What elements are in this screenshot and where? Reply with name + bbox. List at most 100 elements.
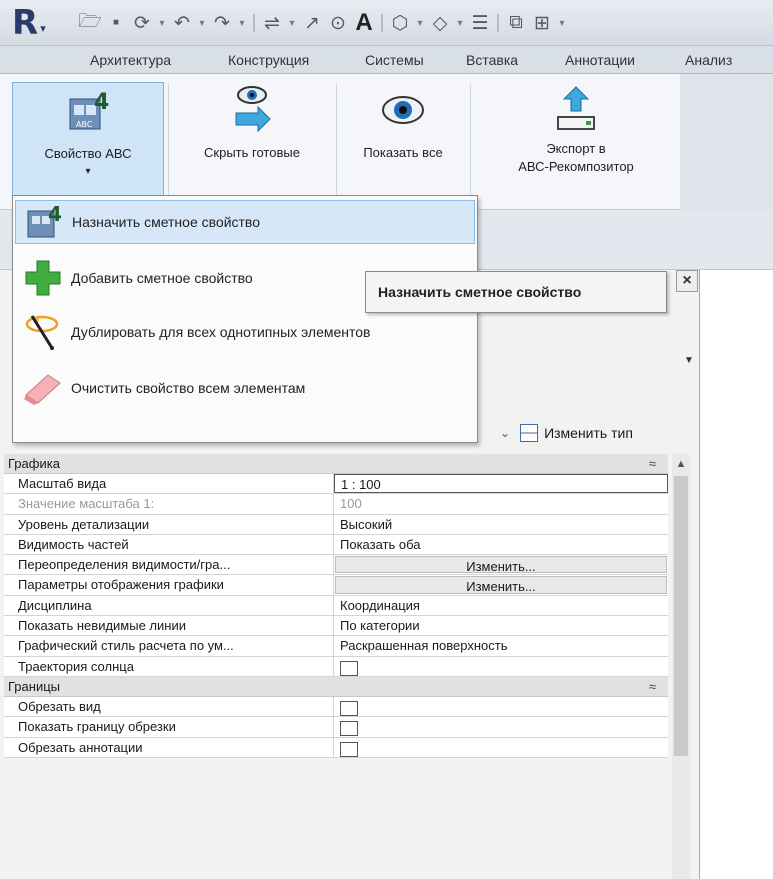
- tab-structure[interactable]: Конструкция: [228, 52, 309, 68]
- chevron-down-icon: ▾: [85, 166, 91, 177]
- chevron-down-icon[interactable]: ▾: [286, 10, 298, 36]
- property-row: Траектория солнца: [4, 656, 668, 677]
- tab-analyze[interactable]: Анализ: [685, 52, 732, 68]
- section-icon[interactable]: ◇: [428, 10, 452, 36]
- svg-text:4: 4: [48, 203, 62, 226]
- property-key: Параметры отображения графики: [4, 575, 334, 595]
- chevron-down-icon[interactable]: ▼: [684, 355, 694, 366]
- property-grid: Графика ≈ Масштаб вида 1 : 100 Значение …: [4, 454, 668, 758]
- menu-item-clear-property[interactable]: Очистить свойство всем элементам: [15, 366, 475, 410]
- text-tool-icon[interactable]: A: [352, 9, 376, 36]
- property-key: Переопределения видимости/гра...: [4, 555, 334, 575]
- abc-property-button[interactable]: 4 ABC Свойство АВС ▾: [12, 82, 164, 200]
- view-scale-field[interactable]: 1 : 100: [334, 474, 668, 494]
- property-key: Графический стиль расчета по ум...: [4, 636, 334, 656]
- ribbon-panel: 4 ABC Свойство АВС ▾ Скрыть готовые Пока…: [0, 74, 773, 210]
- show-all-label: Показать все: [363, 145, 443, 160]
- edit-overrides-button[interactable]: Изменить...: [335, 556, 667, 574]
- tab-architecture[interactable]: Архитектура: [90, 52, 171, 68]
- collapse-icon[interactable]: ≈: [649, 677, 656, 697]
- property-key: Дисциплина: [4, 595, 334, 616]
- type-selector-bar: ⌄ Изменить тип: [480, 418, 695, 448]
- tag-icon[interactable]: ⊙: [326, 10, 350, 36]
- annotation-crop-checkbox[interactable]: [340, 741, 358, 757]
- abc-property-icon: 4 ABC: [64, 83, 112, 139]
- chevron-down-icon[interactable]: ⌄: [500, 426, 510, 440]
- chevron-down-icon[interactable]: ▾: [454, 10, 466, 36]
- abc-property-dropdown-menu: 4 Назначить сметное свойство Добавить см…: [12, 195, 478, 443]
- edit-type-button[interactable]: Изменить тип: [520, 424, 633, 442]
- property-row: Обрезать аннотации: [4, 737, 668, 758]
- chevron-down-icon[interactable]: ▾: [156, 10, 168, 36]
- property-key: Видимость частей: [4, 534, 334, 555]
- dimension-icon[interactable]: ↗: [300, 10, 324, 36]
- switch-windows-icon[interactable]: ⊞: [530, 10, 554, 36]
- export-icon: [552, 82, 600, 138]
- property-row: Показать границу обрезки: [4, 717, 668, 738]
- save-icon[interactable]: ▪: [104, 10, 128, 36]
- close-icon[interactable]: ×: [676, 270, 698, 292]
- chevron-down-icon[interactable]: ▾: [414, 10, 426, 36]
- property-value[interactable]: Координация: [334, 596, 668, 615]
- sync-icon[interactable]: ⟳: [130, 10, 154, 36]
- property-key: Масштаб вида: [4, 474, 334, 494]
- property-value: [334, 657, 668, 676]
- show-all-button[interactable]: Показать все: [340, 82, 466, 200]
- property-key: Обрезать вид: [4, 696, 334, 717]
- tab-systems[interactable]: Системы: [365, 52, 424, 68]
- ribbon-tab-bar: Архитектура Конструкция Системы Вставка …: [0, 46, 773, 74]
- property-value[interactable]: Высокий: [334, 515, 668, 534]
- measure-icon[interactable]: ⇌: [260, 10, 284, 36]
- tab-insert[interactable]: Вставка: [466, 52, 518, 68]
- property-key: Траектория солнца: [4, 656, 334, 676]
- chevron-down-icon[interactable]: ▾: [236, 10, 248, 36]
- property-row: Видимость частей Показать оба: [4, 534, 668, 556]
- property-key: Показать невидимые линии: [4, 616, 334, 636]
- edit-type-icon: [520, 424, 539, 442]
- property-row: Показать невидимые линии По категории: [4, 616, 668, 637]
- 3d-view-icon[interactable]: ⬡: [388, 10, 412, 36]
- duplicate-icon: [21, 312, 65, 352]
- property-row: Графический стиль расчета по ум... Раскр…: [4, 636, 668, 657]
- chevron-down-icon[interactable]: ▾: [196, 10, 208, 36]
- collapse-icon[interactable]: ≈: [649, 454, 656, 474]
- crop-region-visible-checkbox[interactable]: [340, 721, 358, 737]
- menu-item-label: Назначить сметное свойство: [72, 214, 260, 230]
- menu-item-label: Дублировать для всех однотипных элементо…: [71, 324, 371, 340]
- application-menu-button[interactable]: R ▾: [12, 4, 62, 42]
- chevron-down-icon[interactable]: ▾: [556, 10, 568, 36]
- close-views-icon[interactable]: ⧉: [504, 10, 528, 36]
- property-row: Дисциплина Координация: [4, 595, 668, 617]
- redo-icon[interactable]: ↷: [210, 10, 234, 36]
- vertical-scrollbar[interactable]: ▲: [672, 454, 690, 879]
- sun-path-checkbox[interactable]: [340, 660, 358, 676]
- thin-lines-icon[interactable]: ☰: [468, 10, 492, 36]
- edit-graphics-button[interactable]: Изменить...: [335, 576, 667, 594]
- abc-property-label: Свойство АВС: [44, 146, 132, 161]
- group-header-graphics[interactable]: Графика ≈: [4, 454, 668, 474]
- property-value[interactable]: Показать оба: [334, 535, 668, 554]
- property-key: Обрезать аннотации: [4, 737, 334, 757]
- property-value[interactable]: Раскрашенная поверхность: [334, 636, 668, 655]
- crop-view-checkbox[interactable]: [340, 701, 358, 717]
- menu-item-assign-property[interactable]: 4 Назначить сметное свойство: [15, 200, 475, 244]
- property-value[interactable]: По категории: [334, 616, 668, 635]
- export-label-line1: Экспорт в: [546, 141, 606, 156]
- tab-annotate[interactable]: Аннотации: [565, 52, 635, 68]
- property-row: Масштаб вида 1 : 100: [4, 474, 668, 495]
- group-header-extents[interactable]: Границы ≈: [4, 676, 668, 697]
- property-value: [334, 738, 668, 757]
- property-row: Обрезать вид: [4, 696, 668, 718]
- property-value: [334, 697, 668, 717]
- quick-access-toolbar: R ▾ 🗁 ▪ ⟳ ▾ ↶ ▾ ↷ ▾ | ⇌ ▾ ↗ ⊙ A | ⬡ ▾ ◇ …: [0, 0, 773, 46]
- export-button[interactable]: Экспорт в АВС-Рекомпозитор: [478, 82, 674, 200]
- plus-icon: [21, 258, 65, 298]
- scroll-up-icon[interactable]: ▲: [672, 454, 690, 474]
- scrollbar-thumb[interactable]: [674, 476, 688, 756]
- undo-icon[interactable]: ↶: [170, 10, 194, 36]
- separator: |: [379, 12, 385, 33]
- property-row: Значение масштаба 1: 100: [4, 494, 668, 515]
- hide-finished-button[interactable]: Скрыть готовые: [172, 82, 332, 200]
- menu-item-duplicate[interactable]: Дублировать для всех однотипных элементо…: [15, 310, 475, 354]
- open-icon[interactable]: 🗁: [78, 10, 102, 36]
